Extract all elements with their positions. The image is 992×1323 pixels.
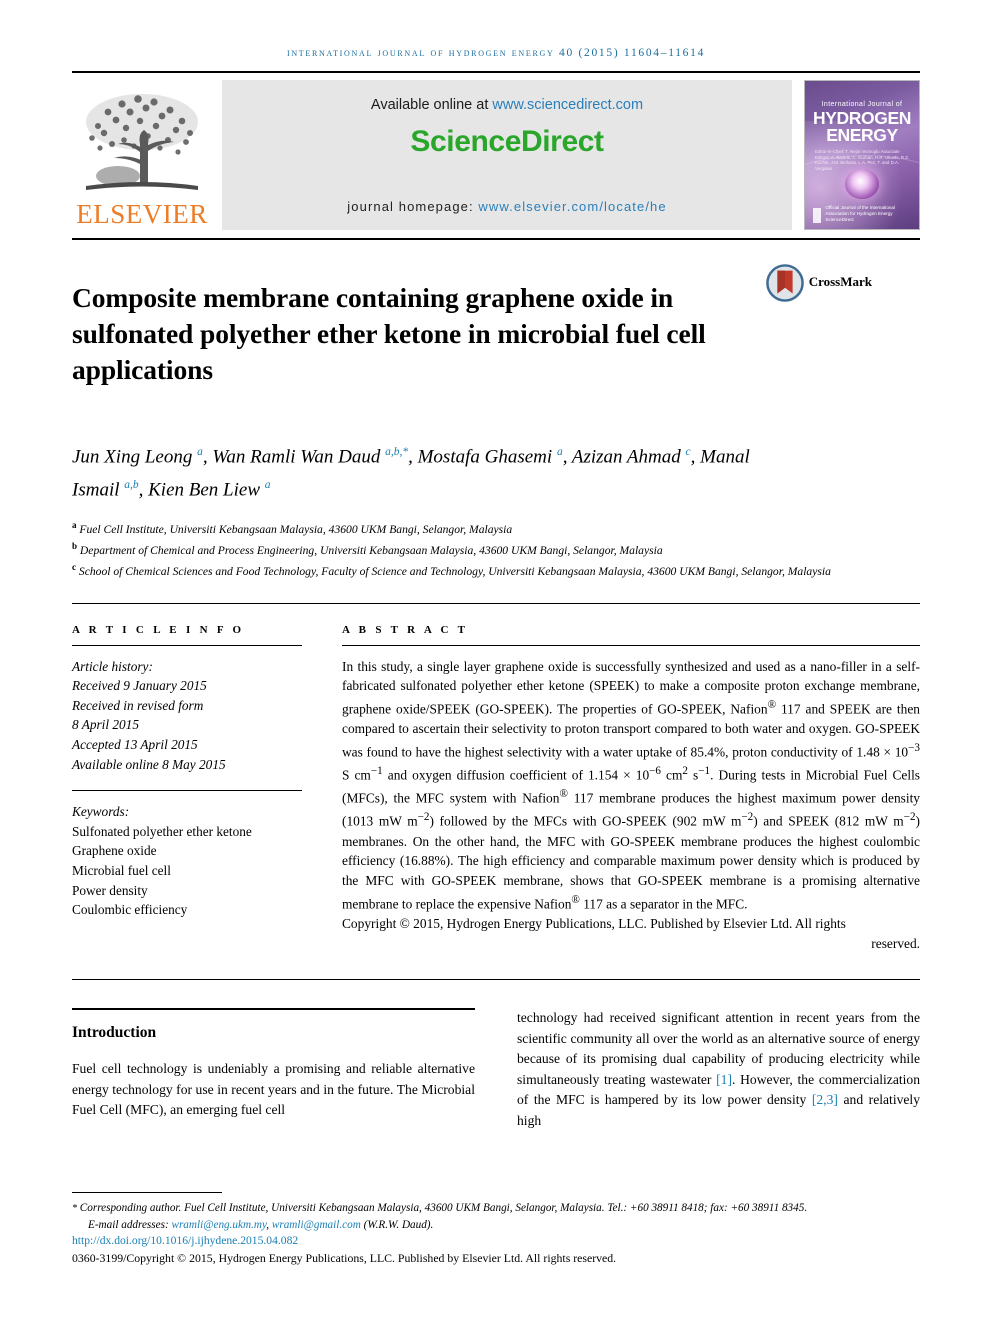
article-info-rule [72,644,302,646]
keyword-item: Sulfonated polyether ether ketone [72,823,252,839]
affiliation-a: a Fuel Cell Institute, Universiti Kebang… [72,517,832,538]
info-abstract-row: A R T I C L E I N F O Article history: R… [72,624,920,954]
cover-title-energy: ENERGY [826,125,898,145]
article-history-label: Article history: [72,658,153,674]
crossmark-label: CrossMark [808,274,872,289]
footnote-rule [72,1192,222,1193]
journal-homepage-link[interactable]: www.elsevier.com/locate/he [478,199,666,214]
article-history: Article history: Received 9 January 2015… [72,657,302,775]
available-online-line: Available online at www.sciencedirect.co… [371,97,643,113]
affiliation-mark-c: c [72,562,76,573]
abstract-bottom-divider [72,979,920,981]
affiliation-b: b Department of Chemical and Process Eng… [72,538,832,559]
corresponding-author-note: * Corresponding author. Fuel Cell Instit… [72,1202,808,1214]
elsevier-wordmark: ELSEVIER [76,199,208,229]
header-divider [72,71,920,73]
issn-copyright-line: 0360-3199/Copyright © 2015, Hydrogen Ene… [72,1251,617,1265]
sciencedirect-box: Available online at www.sciencedirect.co… [222,80,792,230]
keywords-rule [72,790,302,792]
introduction-text-right: technology had received significant atte… [517,1010,920,1128]
crossmark-icon [765,264,804,302]
info-section-divider [72,602,920,604]
keyword-item: Microbial fuel cell [72,862,171,878]
cover-publisher-block-icon [813,208,822,223]
cover-sciencedirect-text: Official Journal of the International As… [825,205,896,222]
author-list: Jun Xing Leong a, Wan Ramli Wan Daud a,b… [72,445,750,501]
email-addresses-note: E-mail addresses: wramli@eng.ukm.my, wra… [88,1219,434,1231]
history-received: Received 9 January 2015 [72,678,207,694]
affiliation-text-b: Department of Chemical and Process Engin… [79,543,663,557]
history-accepted: Accepted 13 April 2015 [72,736,198,752]
abstract-heading: A B S T R A C T [342,623,469,636]
body-column-left: Introduction Fuel cell technology is und… [72,1008,475,1131]
affiliation-c: c School of Chemical Sciences and Food T… [72,559,832,580]
article-info-heading: A R T I C L E I N F O [72,623,245,636]
available-online-label: Available online at [370,97,493,113]
keywords-block: Keywords: Sulfonated polyether ether ket… [72,802,302,920]
abstract-rule [342,644,920,646]
cover-sciencedirect-mark: Official Journal of the International As… [813,205,913,223]
abstract-copyright: Copyright © 2015, Hydrogen Energy Public… [342,914,920,953]
abstract-text: In this study, a single layer graphene o… [342,658,921,912]
doi-link[interactable]: http://dx.doi.org/10.1016/j.ijhydene.201… [72,1233,920,1249]
elsevier-tree-icon [86,94,198,190]
history-revised-label: Received in revised form [72,697,204,713]
keywords-label: Keywords: [72,804,130,820]
copyright-main: Copyright © 2015, Hydrogen Energy Public… [342,915,846,931]
cover-sphere-graphic [845,169,879,199]
keyword-item: Coulombic efficiency [72,902,188,918]
affiliation-mark-b: b [72,540,78,551]
affiliations: a Fuel Cell Institute, Universiti Kebang… [72,517,832,581]
crossmark-badge[interactable]: CrossMark [762,262,872,407]
affiliation-text-a: Fuel Cell Institute, Universiti Kebangsa… [79,522,513,536]
abstract-column: A B S T R A C T In this study, a single … [342,624,920,954]
introduction-text-left: Fuel cell technology is undeniably a pro… [72,1061,475,1118]
cover-journal-kicker: International Journal of [821,101,903,108]
page-title: Composite membrane containing graphene o… [72,282,706,386]
keyword-item: Graphene oxide [72,843,157,859]
introduction-heading: Introduction [72,1024,157,1042]
journal-homepage-line: journal homepage: www.elsevier.com/locat… [347,199,666,214]
cover-editors: Editor-in-Chief: T. Nejat Veziroglu Asso… [815,149,910,171]
sciencedirect-wordmark: ScienceDirect [410,125,604,158]
article-page: International Journal of Hydrogen Energy… [0,0,992,1323]
sciencedirect-url-link[interactable]: www.sciencedirect.com [492,97,643,113]
journal-cover-thumbnail: International Journal of HYDROGEN ENERGY… [804,80,920,230]
elsevier-logo: ELSEVIER [72,80,212,230]
affiliation-mark-a: a [72,519,77,530]
keyword-item: Power density [72,882,148,898]
banner-divider [72,238,920,240]
page-footer: * Corresponding author. Fuel Cell Instit… [72,1192,920,1267]
journal-banner: ELSEVIER Available online at www.science… [72,80,920,230]
history-revised-date: 8 April 2015 [72,717,139,733]
running-head: International Journal of Hydrogen Energy… [286,47,706,59]
affiliation-text-c: School of Chemical Sciences and Food Tec… [78,565,831,579]
abstract-body: In this study, a single layer graphene o… [342,657,920,954]
body-columns: Introduction Fuel cell technology is und… [72,1008,920,1131]
journal-homepage-label: journal homepage: [347,199,479,214]
copyright-reserved: reserved. [871,935,920,951]
article-info-column: A R T I C L E I N F O Article history: R… [72,624,302,954]
history-online: Available online 8 May 2015 [72,756,226,772]
introduction-rule [72,1008,475,1011]
title-block: Composite membrane containing graphene o… [72,262,920,407]
body-column-right: technology had received significant atte… [517,1008,920,1131]
